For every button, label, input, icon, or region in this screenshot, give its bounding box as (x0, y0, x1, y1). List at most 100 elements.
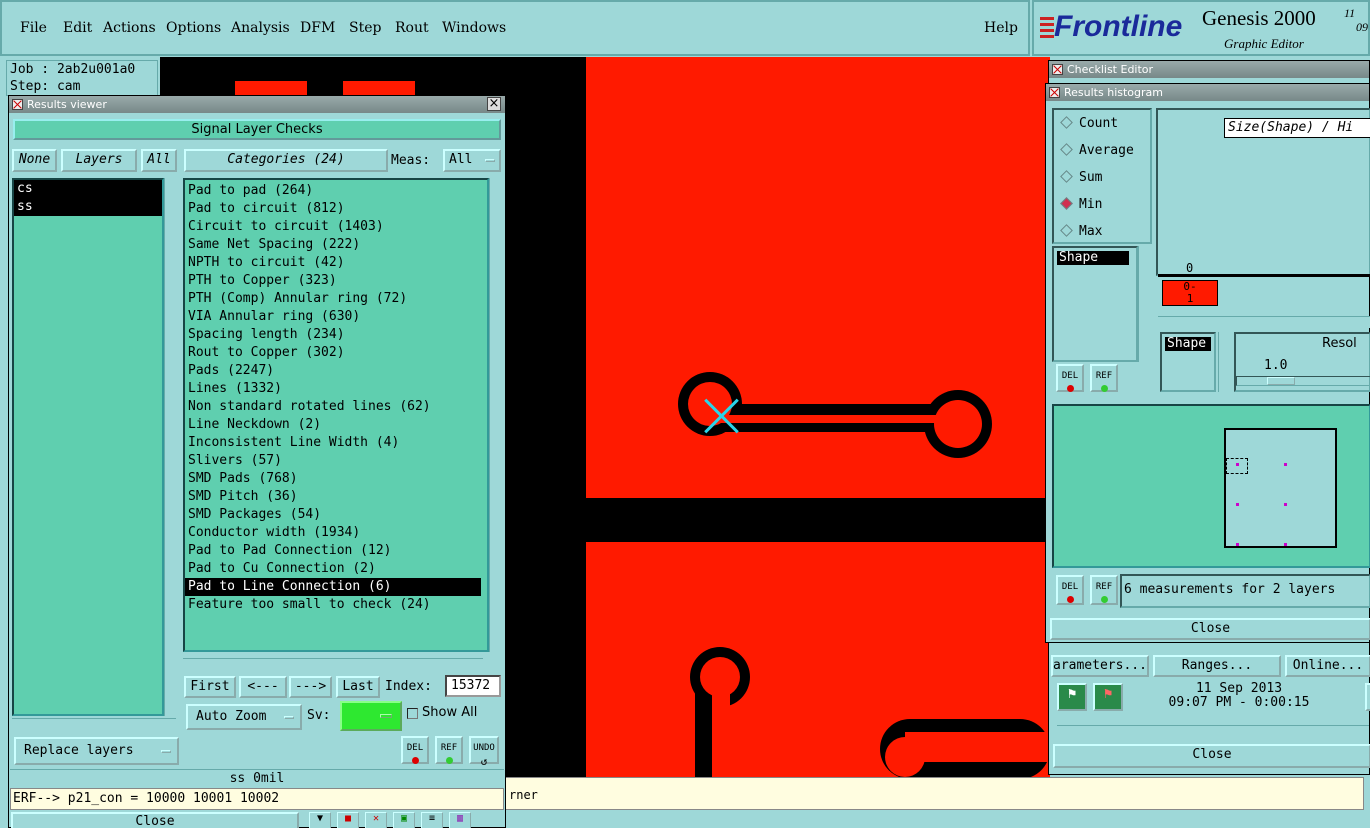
category-item[interactable]: Inconsistent Line Width (4) (185, 434, 487, 452)
shape-list-2[interactable]: Shape (1160, 332, 1216, 392)
tool-icon[interactable]: ▣ (393, 812, 415, 828)
preview-del-button[interactable]: DEL (1056, 575, 1084, 605)
layers-button[interactable]: Layers (61, 149, 137, 172)
del-button[interactable]: DEL (401, 736, 429, 764)
tool-icon[interactable]: ▥ (449, 812, 471, 828)
layer-item-cs[interactable]: cs (14, 180, 162, 198)
menu-help[interactable]: Help (984, 20, 1018, 36)
checklist-editor-titlebar[interactable]: Checklist Editor (1049, 61, 1369, 78)
menu-actions[interactable]: Actions (103, 20, 156, 36)
menu-file[interactable]: File (20, 20, 47, 36)
category-item[interactable]: Pads (2247) (185, 362, 487, 380)
layer-list-hscrollbar[interactable] (12, 718, 176, 730)
sum-radio[interactable]: Sum (1060, 170, 1102, 185)
checklist-close-button[interactable]: Close (1053, 744, 1370, 768)
all-layers-button[interactable]: All (141, 149, 177, 172)
histogram-del-button[interactable]: DEL (1056, 364, 1084, 392)
parameters-button[interactable]: arameters... (1051, 655, 1149, 677)
menu-step[interactable]: Step (349, 20, 381, 36)
ref-button[interactable]: REF (435, 736, 463, 764)
layer-list-scrollbar[interactable] (164, 178, 176, 716)
category-item[interactable]: SMD Pads (768) (185, 470, 487, 488)
ranges-button[interactable]: Ranges... (1153, 655, 1281, 677)
category-item[interactable]: Line Neckdown (2) (185, 416, 487, 434)
layer-item-ss[interactable]: ss (14, 198, 162, 216)
category-item[interactable]: Pad to pad (264) (185, 182, 487, 200)
shape-item[interactable]: Shape (1165, 337, 1211, 351)
category-item[interactable]: Feature too small to check (24) (185, 596, 487, 614)
tool-icon[interactable]: ■ (337, 812, 359, 828)
category-item[interactable]: Spacing length (234) (185, 326, 487, 344)
run-icon[interactable]: ⚑ (1057, 683, 1087, 711)
category-item[interactable]: Pad to Pad Connection (12) (185, 542, 487, 560)
categories-button[interactable]: Categories (24) (184, 149, 388, 172)
category-item[interactable]: Pad to Cu Connection (2) (185, 560, 487, 578)
histogram-bin[interactable]: 0- 1 (1162, 280, 1218, 306)
average-radio[interactable]: Average (1060, 143, 1134, 158)
last-button[interactable]: Last (336, 676, 380, 698)
categories-hscrollbar[interactable] (183, 658, 483, 670)
next-button[interactable]: ---> (289, 676, 332, 698)
histogram-ref-button[interactable]: REF (1090, 364, 1118, 392)
histogram-close-button[interactable]: Close (1050, 618, 1370, 640)
checklist-hscrollbar[interactable] (1057, 725, 1369, 737)
tool-icon[interactable]: ▼ (309, 812, 331, 828)
menu-edit[interactable]: Edit (63, 20, 92, 36)
category-item[interactable]: SMD Packages (54) (185, 506, 487, 524)
show-all-checkbox[interactable] (407, 708, 418, 719)
auto-zoom-select[interactable]: Auto Zoom (186, 704, 302, 730)
results-viewer-titlebar[interactable]: Results viewer × (9, 96, 505, 113)
category-item[interactable]: NPTH to circuit (42) (185, 254, 487, 272)
sv-color-select[interactable] (340, 701, 402, 731)
categories-scrollbar[interactable] (489, 178, 501, 652)
tool-icon[interactable]: ✕ (365, 812, 387, 828)
categories-list[interactable]: Pad to pad (264) Pad to circuit (812) Circ… (183, 178, 489, 652)
menu-rout[interactable]: Rout (395, 20, 429, 36)
category-item[interactable]: VIA Annular ring (630) (185, 308, 487, 326)
close-icon[interactable]: × (487, 97, 501, 111)
preview-ref-button[interactable]: REF (1090, 575, 1118, 605)
undo-button[interactable]: UNDO ↺ (469, 736, 499, 768)
window-menu-icon[interactable] (1049, 87, 1060, 98)
prev-button[interactable]: <--- (239, 676, 287, 698)
shape-list-2-scrollbar[interactable] (1218, 332, 1230, 392)
category-item[interactable]: PTH to Copper (323) (185, 272, 487, 290)
results-close-button[interactable]: Close (11, 812, 299, 828)
menu-options[interactable]: Options (166, 20, 221, 36)
shape-item[interactable]: Shape (1057, 251, 1129, 265)
histogram-hscrollbar[interactable] (1158, 316, 1370, 328)
category-item[interactable]: Pad to Line Connection (6) (185, 578, 481, 596)
stop-icon[interactable]: ⚑ (1093, 683, 1123, 711)
layer-list[interactable]: cs ss (12, 178, 164, 716)
preview-board[interactable] (1224, 428, 1337, 548)
category-item[interactable]: Rout to Copper (302) (185, 344, 487, 362)
menu-windows[interactable]: Windows (442, 20, 506, 36)
menu-dfm[interactable]: DFM (300, 20, 335, 36)
menu-analysis[interactable]: Analysis (231, 20, 290, 36)
index-input[interactable]: 15372 (445, 675, 501, 697)
window-menu-icon[interactable] (1052, 64, 1063, 75)
shape-list-1[interactable]: Shape (1052, 246, 1138, 362)
replace-layers-select[interactable]: Replace layers (14, 737, 179, 765)
first-button[interactable]: First (184, 676, 236, 698)
resolution-slider[interactable] (1236, 376, 1370, 386)
online-button[interactable]: Online... (1285, 655, 1370, 677)
category-item[interactable]: Same Net Spacing (222) (185, 236, 487, 254)
slider-thumb[interactable] (1267, 377, 1295, 385)
none-button[interactable]: None (12, 149, 57, 172)
category-item[interactable]: Slivers (57) (185, 452, 487, 470)
category-item[interactable]: PTH (Comp) Annular ring (72) (185, 290, 487, 308)
results-histogram-titlebar[interactable]: Results histogram (1046, 84, 1369, 101)
category-item[interactable]: Conductor width (1934) (185, 524, 487, 542)
count-radio[interactable]: Count (1060, 116, 1118, 131)
min-radio[interactable]: Min (1060, 197, 1102, 212)
meas-select[interactable]: All (443, 149, 501, 172)
category-item[interactable]: Pad to circuit (812) (185, 200, 487, 218)
category-item[interactable]: Lines (1332) (185, 380, 487, 398)
category-item[interactable]: Non standard rotated lines (62) (185, 398, 487, 416)
max-radio[interactable]: Max (1060, 224, 1102, 239)
tool-icon[interactable]: ≡ (421, 812, 443, 828)
shape-list-1-scrollbar[interactable] (1138, 246, 1150, 362)
category-item[interactable]: SMD Pitch (36) (185, 488, 487, 506)
category-item[interactable]: Circuit to circuit (1403) (185, 218, 487, 236)
